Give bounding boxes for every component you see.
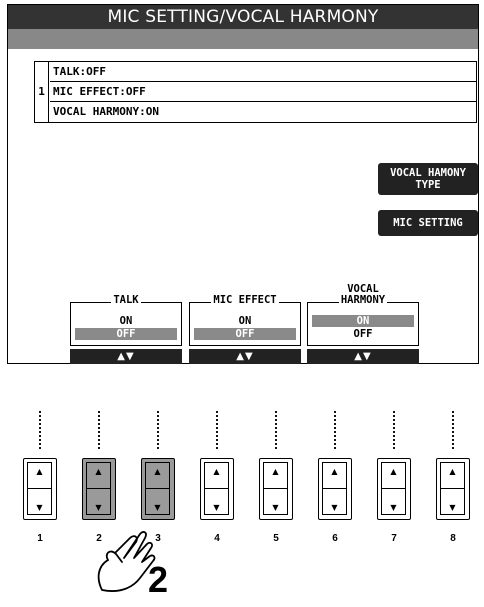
screen-title: MIC SETTING/VOCAL HARMONY bbox=[8, 5, 478, 29]
step-number: 2 bbox=[148, 559, 169, 600]
mic-effect-option-off[interactable]: OFF bbox=[194, 328, 296, 340]
hardware-button-2[interactable]: ▲ ▼ bbox=[82, 458, 116, 520]
button-number-4: 4 bbox=[214, 533, 220, 544]
mic-setting-button[interactable]: MIC SETTING bbox=[378, 210, 478, 236]
mic-effect-arrow-button[interactable]: ▲▼ bbox=[189, 349, 301, 364]
vocal-harmony-type-label-1: VOCAL HAMONY bbox=[390, 167, 466, 179]
vocal-harmony-option-on[interactable]: ON bbox=[312, 315, 414, 327]
talk-caption: TALK bbox=[111, 294, 141, 306]
mic-effect-panel: MIC EFFECT ON OFF bbox=[189, 294, 301, 346]
status-mic-effect: MIC EFFECT:OFF bbox=[50, 82, 476, 102]
vocal-harmony-caption: VOCAL HARMONY bbox=[338, 283, 388, 306]
hardware-button-6[interactable]: ▲ ▼ bbox=[318, 458, 352, 520]
guide-line-4 bbox=[216, 410, 218, 450]
vocal-harmony-type-label-2: TYPE bbox=[415, 179, 441, 191]
talk-arrow-button[interactable]: ▲▼ bbox=[70, 349, 182, 364]
up-arrow-icon: ▲ bbox=[449, 467, 456, 476]
vocal-harmony-panel: VOCAL HARMONY ON OFF bbox=[307, 283, 419, 346]
button-number-8: 8 bbox=[450, 533, 456, 544]
guide-line-3 bbox=[157, 410, 159, 450]
down-arrow-icon: ▼ bbox=[390, 503, 397, 512]
lcd-screen: MIC SETTING/VOCAL HARMONY 1 TALK:OFF MIC… bbox=[7, 4, 479, 364]
guide-line-7 bbox=[393, 410, 395, 450]
guide-line-6 bbox=[334, 410, 336, 450]
down-arrow-icon: ▼ bbox=[154, 503, 161, 512]
hardware-button-1[interactable]: ▲ ▼ bbox=[23, 458, 57, 520]
status-vocal-harmony: VOCAL HARMONY:ON bbox=[53, 105, 159, 118]
guide-line-1 bbox=[39, 410, 41, 450]
up-arrow-icon: ▲ bbox=[36, 467, 43, 476]
talk-option-on[interactable]: ON bbox=[75, 315, 177, 327]
hardware-button-3[interactable]: ▲ ▼ bbox=[141, 458, 175, 520]
hardware-button-5[interactable]: ▲ ▼ bbox=[259, 458, 293, 520]
guide-line-2 bbox=[98, 410, 100, 450]
pointing-hand-icon bbox=[97, 531, 156, 592]
up-arrow-icon: ▲ bbox=[213, 467, 220, 476]
down-arrow-icon: ▼ bbox=[272, 503, 279, 512]
title-subbar bbox=[8, 29, 478, 49]
hardware-button-4[interactable]: ▲ ▼ bbox=[200, 458, 234, 520]
mic-effect-option-on[interactable]: ON bbox=[194, 315, 296, 327]
vocal-harmony-option-off[interactable]: OFF bbox=[312, 328, 414, 340]
guide-line-5 bbox=[275, 410, 277, 450]
up-arrow-icon: ▲ bbox=[272, 467, 279, 476]
down-arrow-icon: ▼ bbox=[95, 503, 102, 512]
button-number-1: 1 bbox=[37, 533, 43, 544]
guide-line-8 bbox=[452, 410, 454, 450]
talk-option-off[interactable]: OFF bbox=[75, 328, 177, 340]
vocal-harmony-type-button[interactable]: VOCAL HAMONY TYPE bbox=[378, 163, 478, 195]
up-arrow-icon: ▲ bbox=[331, 467, 338, 476]
button-number-6: 6 bbox=[332, 533, 338, 544]
up-arrow-icon: ▲ bbox=[390, 467, 397, 476]
down-arrow-icon: ▼ bbox=[213, 503, 220, 512]
up-arrow-icon: ▲ bbox=[95, 467, 102, 476]
status-table: 1 TALK:OFF MIC EFFECT:OFF VOCAL HARMONY:… bbox=[34, 61, 477, 123]
status-index: 1 bbox=[35, 62, 49, 122]
talk-panel: TALK ON OFF bbox=[70, 294, 182, 346]
button-number-7: 7 bbox=[391, 533, 397, 544]
vocal-harmony-arrow-button[interactable]: ▲▼ bbox=[307, 349, 419, 364]
down-arrow-icon: ▼ bbox=[36, 503, 43, 512]
status-talk: TALK:OFF bbox=[50, 62, 476, 82]
down-arrow-icon: ▼ bbox=[449, 503, 456, 512]
hardware-button-7[interactable]: ▲ ▼ bbox=[377, 458, 411, 520]
hardware-button-8[interactable]: ▲ ▼ bbox=[436, 458, 470, 520]
mic-effect-caption: MIC EFFECT bbox=[211, 294, 279, 306]
button-number-5: 5 bbox=[273, 533, 279, 544]
down-arrow-icon: ▼ bbox=[331, 503, 338, 512]
up-arrow-icon: ▲ bbox=[154, 467, 161, 476]
